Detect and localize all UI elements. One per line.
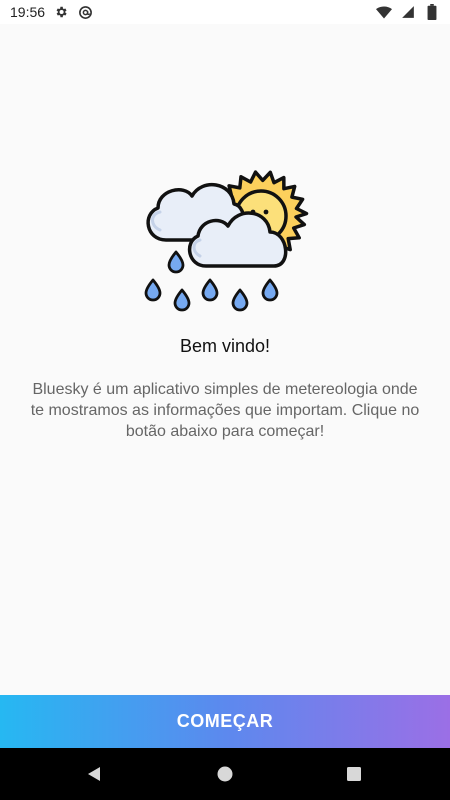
status-time: 19:56 bbox=[10, 4, 46, 20]
welcome-description: Bluesky é um aplicativo simples de meter… bbox=[30, 381, 420, 440]
welcome-screen: Bem vindo! Bluesky é um aplicativo simpl… bbox=[0, 24, 450, 695]
sun-cloud-rain-icon bbox=[136, 134, 312, 320]
start-button[interactable]: COMEÇAR bbox=[0, 695, 450, 748]
home-icon[interactable] bbox=[214, 763, 236, 785]
signal-icon bbox=[400, 4, 416, 20]
welcome-title: Bem vindo! bbox=[179, 336, 271, 356]
at-sign-icon bbox=[77, 4, 93, 20]
wifi-icon bbox=[376, 4, 392, 20]
status-left: 19:56 bbox=[10, 4, 93, 20]
status-bar: 19:56 bbox=[0, 0, 450, 24]
status-right bbox=[376, 4, 440, 20]
back-icon[interactable] bbox=[83, 763, 105, 785]
battery-icon bbox=[424, 4, 440, 20]
recents-icon[interactable] bbox=[343, 763, 365, 785]
navigation-bar bbox=[0, 748, 450, 800]
gear-icon bbox=[53, 4, 69, 20]
